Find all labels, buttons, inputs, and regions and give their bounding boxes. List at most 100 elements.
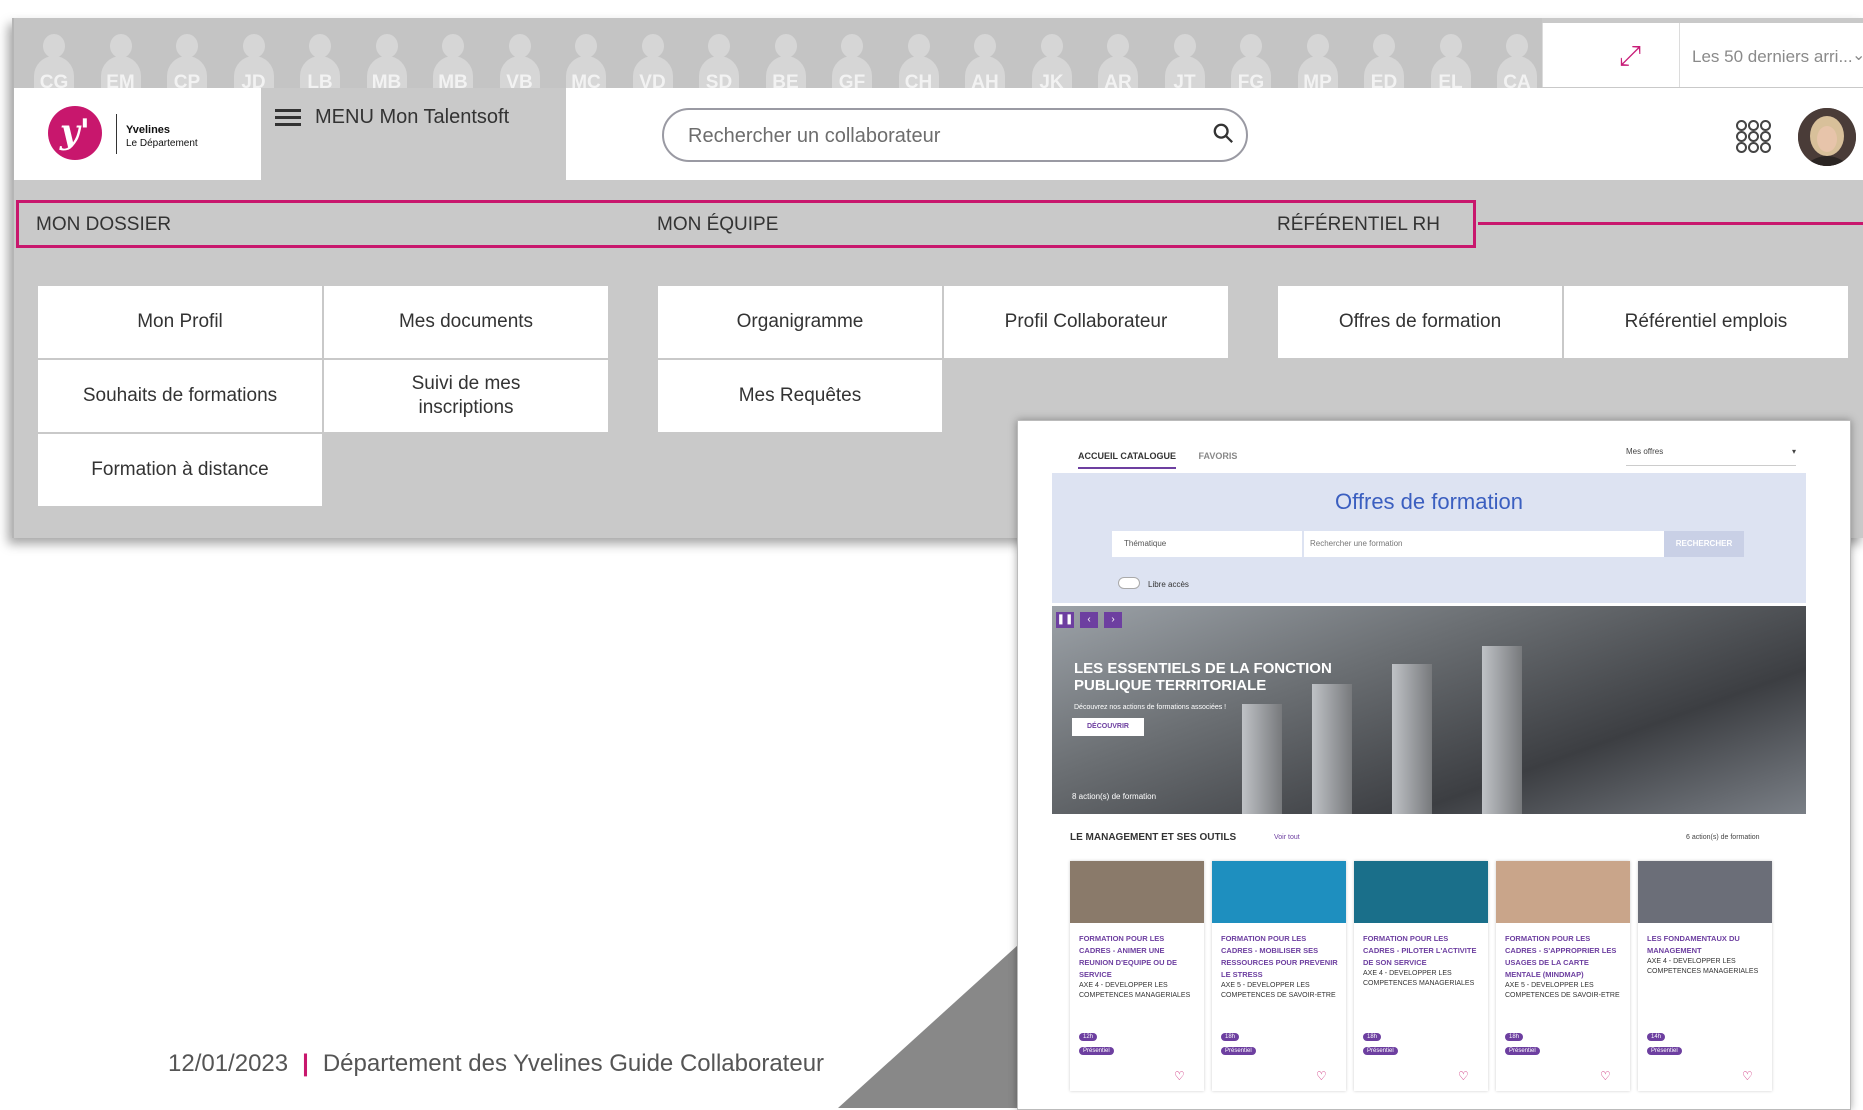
menu-tile-organigramme[interactable]: Organigramme	[658, 286, 942, 358]
logo-name: Yvelines	[126, 124, 171, 136]
training-card-image	[1354, 861, 1488, 923]
recent-arrival-avatar[interactable]: MB	[365, 28, 407, 88]
training-card-axis: AXE 4 - DEVELOPPER LES COMPETENCES MANAG…	[1647, 958, 1759, 975]
avatar-initials: ED	[1370, 72, 1398, 88]
training-card-image	[1496, 861, 1630, 923]
favorite-heart-icon[interactable]: ♡	[1174, 1069, 1185, 1083]
recent-arrival-avatar[interactable]: MC	[564, 28, 606, 88]
header-right: Rechercher un collaborateur	[566, 88, 1863, 180]
banner-count: 8 action(s) de formation	[1072, 792, 1157, 801]
catalogue-tabs: ACCUEIL CATALOGUE FAVORIS	[1078, 451, 1238, 469]
favorite-heart-icon[interactable]: ♡	[1600, 1069, 1611, 1083]
recent-arrival-avatar[interactable]: JD	[232, 28, 274, 88]
training-card-mode: Présentiel	[1505, 1047, 1540, 1055]
favorite-heart-icon[interactable]: ♡	[1458, 1069, 1469, 1083]
recent-arrival-avatar[interactable]: FG	[1229, 28, 1271, 88]
training-card-image	[1212, 861, 1346, 923]
banner-subtitle: Découvrez nos actions de formations asso…	[1074, 704, 1227, 711]
user-avatar[interactable]	[1798, 108, 1856, 166]
avatar-initials: CA	[1503, 72, 1531, 88]
recent-arrival-avatar[interactable]: VB	[498, 28, 540, 88]
avatar-initials: MB	[438, 72, 468, 88]
yvelines-logo-icon: y'	[48, 106, 102, 160]
recent-arrivals-strip: CG EM CP JD LB MB MB VB MC VD SD BE GF CH AH JK AR JT FG MP…	[14, 18, 1542, 88]
menu-tile-profil-collaborateur[interactable]: Profil Collaborateur	[944, 286, 1228, 358]
training-card-image	[1638, 861, 1772, 923]
tab-accueil-catalogue[interactable]: ACCUEIL CATALOGUE	[1078, 451, 1176, 469]
favorite-heart-icon[interactable]: ♡	[1742, 1069, 1753, 1083]
avatar-initials: VD	[639, 72, 666, 88]
recent-arrivals-select[interactable]: Les 50 derniers arri... ⌄	[1679, 23, 1863, 87]
callout-connector-line	[1478, 222, 1863, 225]
recent-arrival-avatar[interactable]: JK	[1030, 28, 1072, 88]
menu-button[interactable]: MENU Mon Talentsoft	[275, 102, 509, 132]
formation-search-input[interactable]: Rechercher une formation	[1304, 531, 1664, 557]
grid-apps-icon[interactable]	[1736, 120, 1771, 154]
training-card-duration: 12h	[1079, 1033, 1098, 1041]
recent-arrival-avatar[interactable]: CA	[1495, 28, 1537, 88]
menu-tile-offres-formation[interactable]: Offres de formation	[1278, 286, 1562, 358]
menu-tile-souhaits-formations[interactable]: Souhaits de formations	[38, 360, 322, 432]
decouvrir-button[interactable]: DÉCOUVRIR	[1072, 718, 1144, 736]
training-card[interactable]: FORMATION POUR LES CADRES - S'APPROPRIER…	[1496, 861, 1630, 1091]
training-card-axis: AXE 5 - DEVELOPPER LES COMPETENCES DE SA…	[1505, 982, 1620, 999]
pause-icon[interactable]: ❚❚	[1056, 612, 1074, 628]
recent-arrival-avatar[interactable]: AR	[1096, 28, 1138, 88]
avatar-initials: EM	[106, 72, 135, 88]
recent-arrival-avatar[interactable]: EM	[99, 28, 141, 88]
avatar-initials: SD	[705, 72, 733, 88]
rechercher-button[interactable]: RECHERCHER	[1664, 531, 1744, 557]
training-card[interactable]: LES FONDAMENTAUX DU MANAGEMENT AXE 4 - DE…	[1638, 861, 1772, 1091]
chevron-down-icon: ⌄	[1852, 47, 1863, 64]
avatar-initials: CP	[173, 72, 201, 88]
recent-arrival-avatar[interactable]: LB	[298, 28, 340, 88]
recent-arrival-avatar[interactable]: JT	[1163, 28, 1205, 88]
recent-arrival-avatar[interactable]: CP	[165, 28, 207, 88]
logo[interactable]: y' Yvelines Le Département	[14, 88, 261, 180]
menu-tile-formation-distance[interactable]: Formation à distance	[38, 434, 322, 506]
training-card-duration: 14h	[1647, 1033, 1666, 1041]
avatar-initials: GF	[838, 72, 866, 88]
menu-tile-mon-profil[interactable]: Mon Profil	[38, 286, 322, 358]
menu-tile-mes-documents[interactable]: Mes documents	[324, 286, 608, 358]
recent-arrival-avatar[interactable]: MB	[431, 28, 473, 88]
recent-arrival-avatar[interactable]: ED	[1362, 28, 1404, 88]
thematique-select[interactable]: Thématique	[1112, 531, 1302, 557]
avatar-initials: EL	[1438, 72, 1463, 88]
avatar-initials: VB	[506, 72, 533, 88]
avatar-initials: MB	[371, 72, 402, 88]
libre-acces-toggle[interactable]	[1118, 577, 1140, 589]
search-icon[interactable]	[1212, 122, 1234, 144]
menu-tile-referentiel-emplois[interactable]: Référentiel emplois	[1564, 286, 1848, 358]
training-card[interactable]: FORMATION POUR LES CADRES - ANIMER UNE R…	[1070, 861, 1204, 1091]
next-icon[interactable]: ›	[1104, 612, 1122, 628]
featured-banner: ❚❚ ‹ › LES ESSENTIELS DE LA FONCTION PUB…	[1052, 606, 1806, 814]
menu-tile-suivi-inscriptions[interactable]: Suivi de mes inscriptions	[324, 360, 608, 432]
recent-arrivals-controls: ⤢ Les 50 derniers arri... ⌄	[1542, 23, 1863, 87]
catalogue-hero: Offres de formation Thématique Recherche…	[1052, 473, 1806, 603]
avatar-initials: JD	[241, 72, 266, 88]
mes-offres-select[interactable]: Mes offres ▾	[1626, 447, 1796, 466]
expand-arrows-icon[interactable]: ⤢	[1615, 41, 1645, 71]
tab-favoris[interactable]: FAVORIS	[1199, 451, 1238, 461]
training-card-image	[1070, 861, 1204, 923]
recent-arrival-avatar[interactable]: SD	[697, 28, 739, 88]
section-title-mon-equipe: MON ÉQUIPE	[657, 214, 779, 235]
offres-formation-screenshot: ACCUEIL CATALOGUE FAVORIS Mes offres ▾ Of…	[1017, 420, 1851, 1110]
training-card[interactable]: FORMATION POUR LES CADRES - MOBILISER SE…	[1212, 861, 1346, 1091]
recent-arrival-avatar[interactable]: CH	[897, 28, 939, 88]
recent-arrival-avatar[interactable]: BE	[764, 28, 806, 88]
recent-arrival-avatar[interactable]: AH	[963, 28, 1005, 88]
favorite-heart-icon[interactable]: ♡	[1316, 1069, 1327, 1083]
prev-icon[interactable]: ‹	[1080, 612, 1098, 628]
recent-arrival-avatar[interactable]: VD	[631, 28, 673, 88]
menu-tile-mes-requetes[interactable]: Mes Requêtes	[658, 360, 942, 432]
training-card[interactable]: FORMATION POUR LES CADRES - PILOTER L'AC…	[1354, 861, 1488, 1091]
voir-tout-link[interactable]: Voir tout	[1274, 834, 1300, 841]
recent-arrival-avatar[interactable]: EL	[1429, 28, 1471, 88]
search-input[interactable]: Rechercher un collaborateur	[662, 108, 1248, 162]
recent-arrival-avatar[interactable]: CG	[32, 28, 74, 88]
logo-divider	[116, 114, 117, 154]
recent-arrival-avatar[interactable]: MP	[1296, 28, 1338, 88]
recent-arrival-avatar[interactable]: GF	[830, 28, 872, 88]
